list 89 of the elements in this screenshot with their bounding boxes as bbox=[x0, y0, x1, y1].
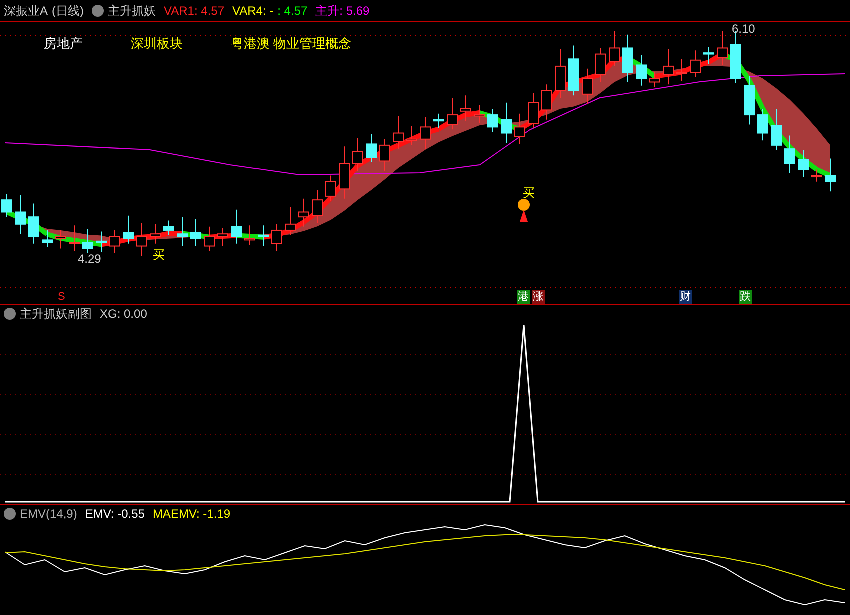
candlestick bbox=[393, 116, 404, 150]
candlestick bbox=[110, 230, 120, 254]
candlestick bbox=[514, 113, 526, 145]
candlestick bbox=[825, 158, 836, 192]
sector-tag: 房地产 bbox=[44, 34, 83, 54]
candlestick bbox=[771, 108, 782, 151]
candlestick bbox=[676, 58, 688, 82]
candlestick bbox=[339, 146, 350, 200]
candlestick bbox=[555, 48, 566, 99]
candlestick bbox=[434, 113, 444, 129]
candlestick bbox=[2, 194, 12, 218]
candlestick bbox=[96, 231, 107, 253]
candlestick bbox=[488, 108, 498, 133]
candlestick bbox=[798, 150, 809, 178]
signal-badge: 财 bbox=[679, 290, 692, 304]
candlestick bbox=[190, 219, 202, 247]
signal-badge: 港 bbox=[517, 290, 530, 304]
candlestick bbox=[812, 169, 822, 182]
panel-title: EMV(14,9) bbox=[20, 506, 78, 523]
candlestick bbox=[447, 98, 458, 130]
candlestick bbox=[28, 203, 40, 244]
period-label: (日线) bbox=[52, 2, 84, 20]
stock-title: 深振业A bbox=[4, 2, 48, 20]
maemv-reading: MAEMV: -1.19 bbox=[152, 506, 231, 523]
candlestick bbox=[352, 138, 364, 172]
candlestick bbox=[663, 48, 674, 86]
candlestick bbox=[272, 224, 282, 252]
candlestick bbox=[231, 209, 242, 244]
panel-title: 主升抓妖副图 bbox=[20, 306, 92, 323]
buy-arrow-icon bbox=[518, 199, 530, 222]
indicator-reading: VAR4: - bbox=[232, 2, 274, 20]
candlestick bbox=[150, 224, 161, 244]
emv-reading: EMV: -0.55 bbox=[85, 506, 145, 523]
candlestick bbox=[474, 104, 485, 124]
candlestick bbox=[622, 34, 634, 83]
sell-signal: S bbox=[58, 290, 66, 304]
candlestick bbox=[784, 135, 796, 174]
candlestick bbox=[717, 30, 728, 66]
candlestick bbox=[380, 138, 390, 172]
candlestick bbox=[56, 230, 66, 250]
indicator-reading: VAR1: 4.57 bbox=[164, 2, 224, 20]
candlestick bbox=[582, 68, 593, 105]
indicator-reading: : 4.57 bbox=[278, 2, 308, 20]
candlestick bbox=[366, 134, 377, 163]
candlestick bbox=[501, 102, 512, 144]
xg-reading: XG: 0.00 bbox=[100, 306, 148, 323]
candlestick bbox=[69, 225, 80, 252]
candlestick bbox=[758, 108, 768, 142]
candlestick bbox=[636, 55, 647, 86]
candlestick bbox=[326, 175, 336, 202]
candlestick bbox=[650, 72, 660, 88]
buy-label: 买 bbox=[153, 247, 165, 264]
dropdown-icon[interactable] bbox=[4, 508, 16, 520]
candlestick bbox=[285, 206, 296, 236]
candlestick bbox=[82, 228, 94, 254]
candlestick bbox=[258, 225, 269, 247]
candlestick bbox=[704, 46, 714, 65]
dropdown-icon[interactable] bbox=[4, 308, 16, 320]
candlestick bbox=[204, 226, 215, 252]
candlestick bbox=[15, 194, 26, 235]
buy-label: 买 bbox=[523, 185, 535, 202]
candlestick bbox=[177, 216, 188, 247]
signal-badge: 跌 bbox=[739, 290, 752, 304]
candlestick bbox=[164, 220, 174, 236]
low-price-label: 4.29 bbox=[78, 251, 102, 268]
sector-tag: 粤港澳 物业管理概念 bbox=[231, 34, 352, 54]
indicator-title: 主升抓妖 bbox=[108, 2, 156, 20]
candlestick bbox=[42, 230, 53, 248]
sector-tag: 深圳板块 bbox=[131, 34, 183, 54]
candlestick bbox=[298, 198, 310, 228]
candlestick bbox=[123, 215, 134, 244]
candlestick bbox=[542, 84, 552, 120]
candlestick bbox=[568, 45, 580, 96]
candlestick bbox=[420, 116, 431, 150]
high-price-label: 6.10 bbox=[732, 21, 756, 38]
candlestick bbox=[609, 30, 620, 67]
candlestick bbox=[136, 222, 148, 256]
candlestick bbox=[406, 125, 418, 146]
dropdown-icon[interactable] bbox=[92, 4, 104, 16]
candlestick bbox=[312, 190, 323, 224]
candlestick bbox=[596, 48, 606, 83]
indicator-reading: 主升: 5.69 bbox=[316, 2, 370, 20]
candlestick bbox=[460, 95, 472, 122]
candlestick bbox=[218, 228, 228, 247]
candlestick bbox=[690, 50, 701, 78]
signal-badge: 涨 bbox=[532, 290, 545, 304]
candlestick bbox=[528, 92, 539, 129]
candlestick bbox=[244, 225, 256, 246]
candlestick bbox=[744, 76, 755, 126]
